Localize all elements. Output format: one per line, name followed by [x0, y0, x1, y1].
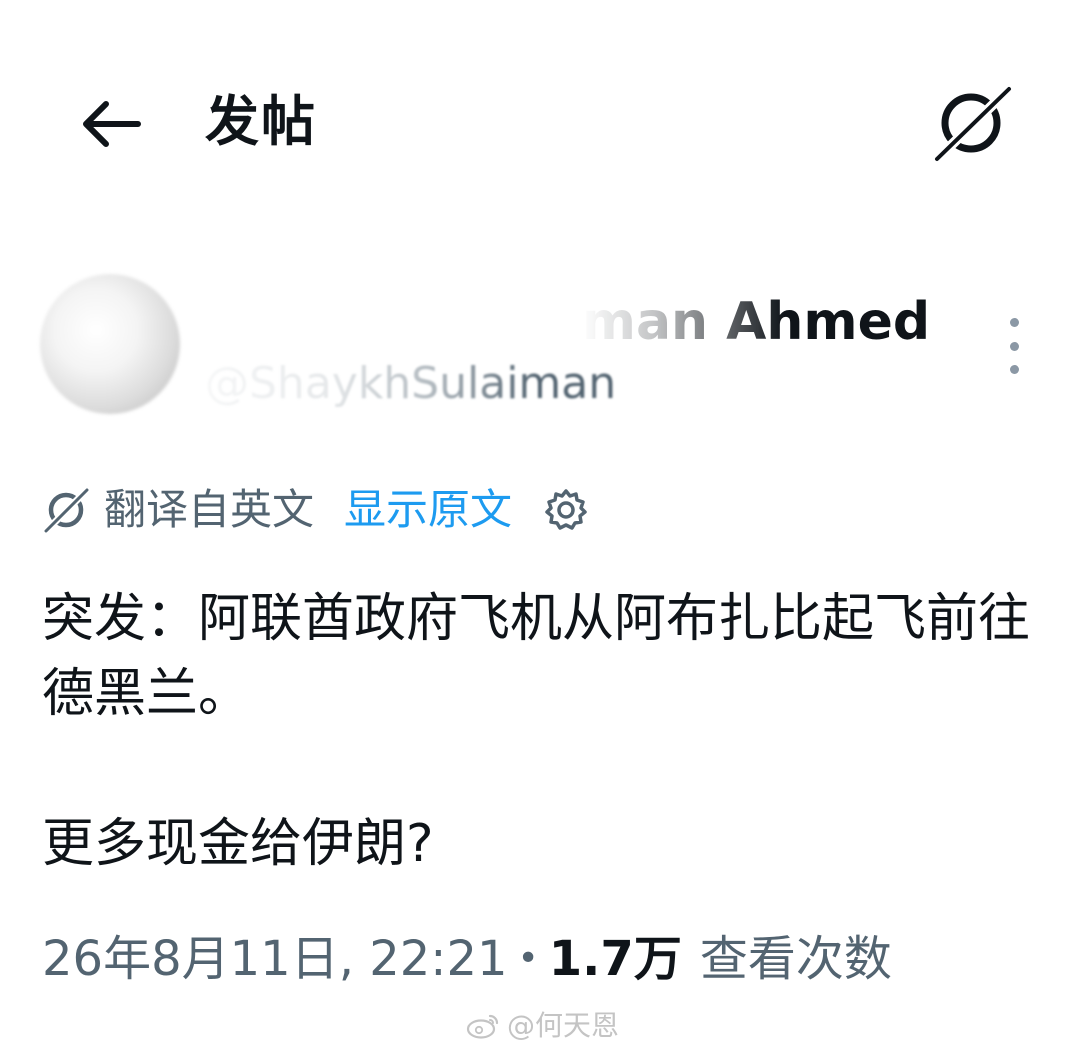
top-app-bar: 发帖 [0, 0, 1080, 250]
translate-icon [40, 484, 92, 536]
views-label: 查看次数 [699, 931, 892, 987]
view-count: 1.7万 [548, 931, 682, 987]
page-title: 发帖 [205, 90, 317, 153]
translated-from-label: 翻译自英文 [104, 485, 315, 534]
author-display-name[interactable]: Shaykh Sulaiman Ahmed [205, 286, 931, 358]
more-dot-icon [1009, 341, 1019, 351]
translation-bar: 翻译自英文 显示原文 [40, 478, 594, 542]
weibo-icon [465, 1012, 501, 1040]
more-options-button[interactable] [992, 318, 1036, 374]
post-timestamp[interactable]: 26年8月11日, 22:21 [42, 924, 508, 994]
post-meta: 26年8月11日, 22:21 • 1.7万 查看次数 [42, 924, 892, 994]
watermark-text: @何天恩 [507, 1009, 620, 1042]
post-paragraph: 更多现金给伊朗? [42, 814, 434, 874]
watermark: @何天恩 [465, 1006, 619, 1046]
translate-icon [932, 84, 1013, 163]
more-dot-icon [1009, 318, 1019, 327]
author-handle[interactable]: @ShaykhSulaiman [205, 354, 616, 414]
more-dot-icon [1009, 365, 1019, 374]
back-button[interactable] [70, 88, 150, 160]
meta-separator: • [517, 938, 539, 979]
author-row: Shaykh Sulaiman Ahmed @ShaykhSulaiman [0, 262, 1080, 432]
translate-button[interactable] [925, 80, 1017, 166]
avatar[interactable] [40, 274, 180, 414]
gear-icon [545, 489, 587, 530]
post-text: 突发：阿联酋政府飞机从阿布扎比起飞前往德黑兰。 更多现金给伊朗? [42, 582, 1042, 882]
translation-settings-button[interactable] [538, 482, 594, 538]
show-original-link[interactable]: 显示原文 [344, 480, 512, 540]
post-paragraph: 突发：阿联酋政府飞机从阿布扎比起飞前往德黑兰。 [42, 589, 1031, 724]
arrow-left-icon [83, 101, 141, 147]
